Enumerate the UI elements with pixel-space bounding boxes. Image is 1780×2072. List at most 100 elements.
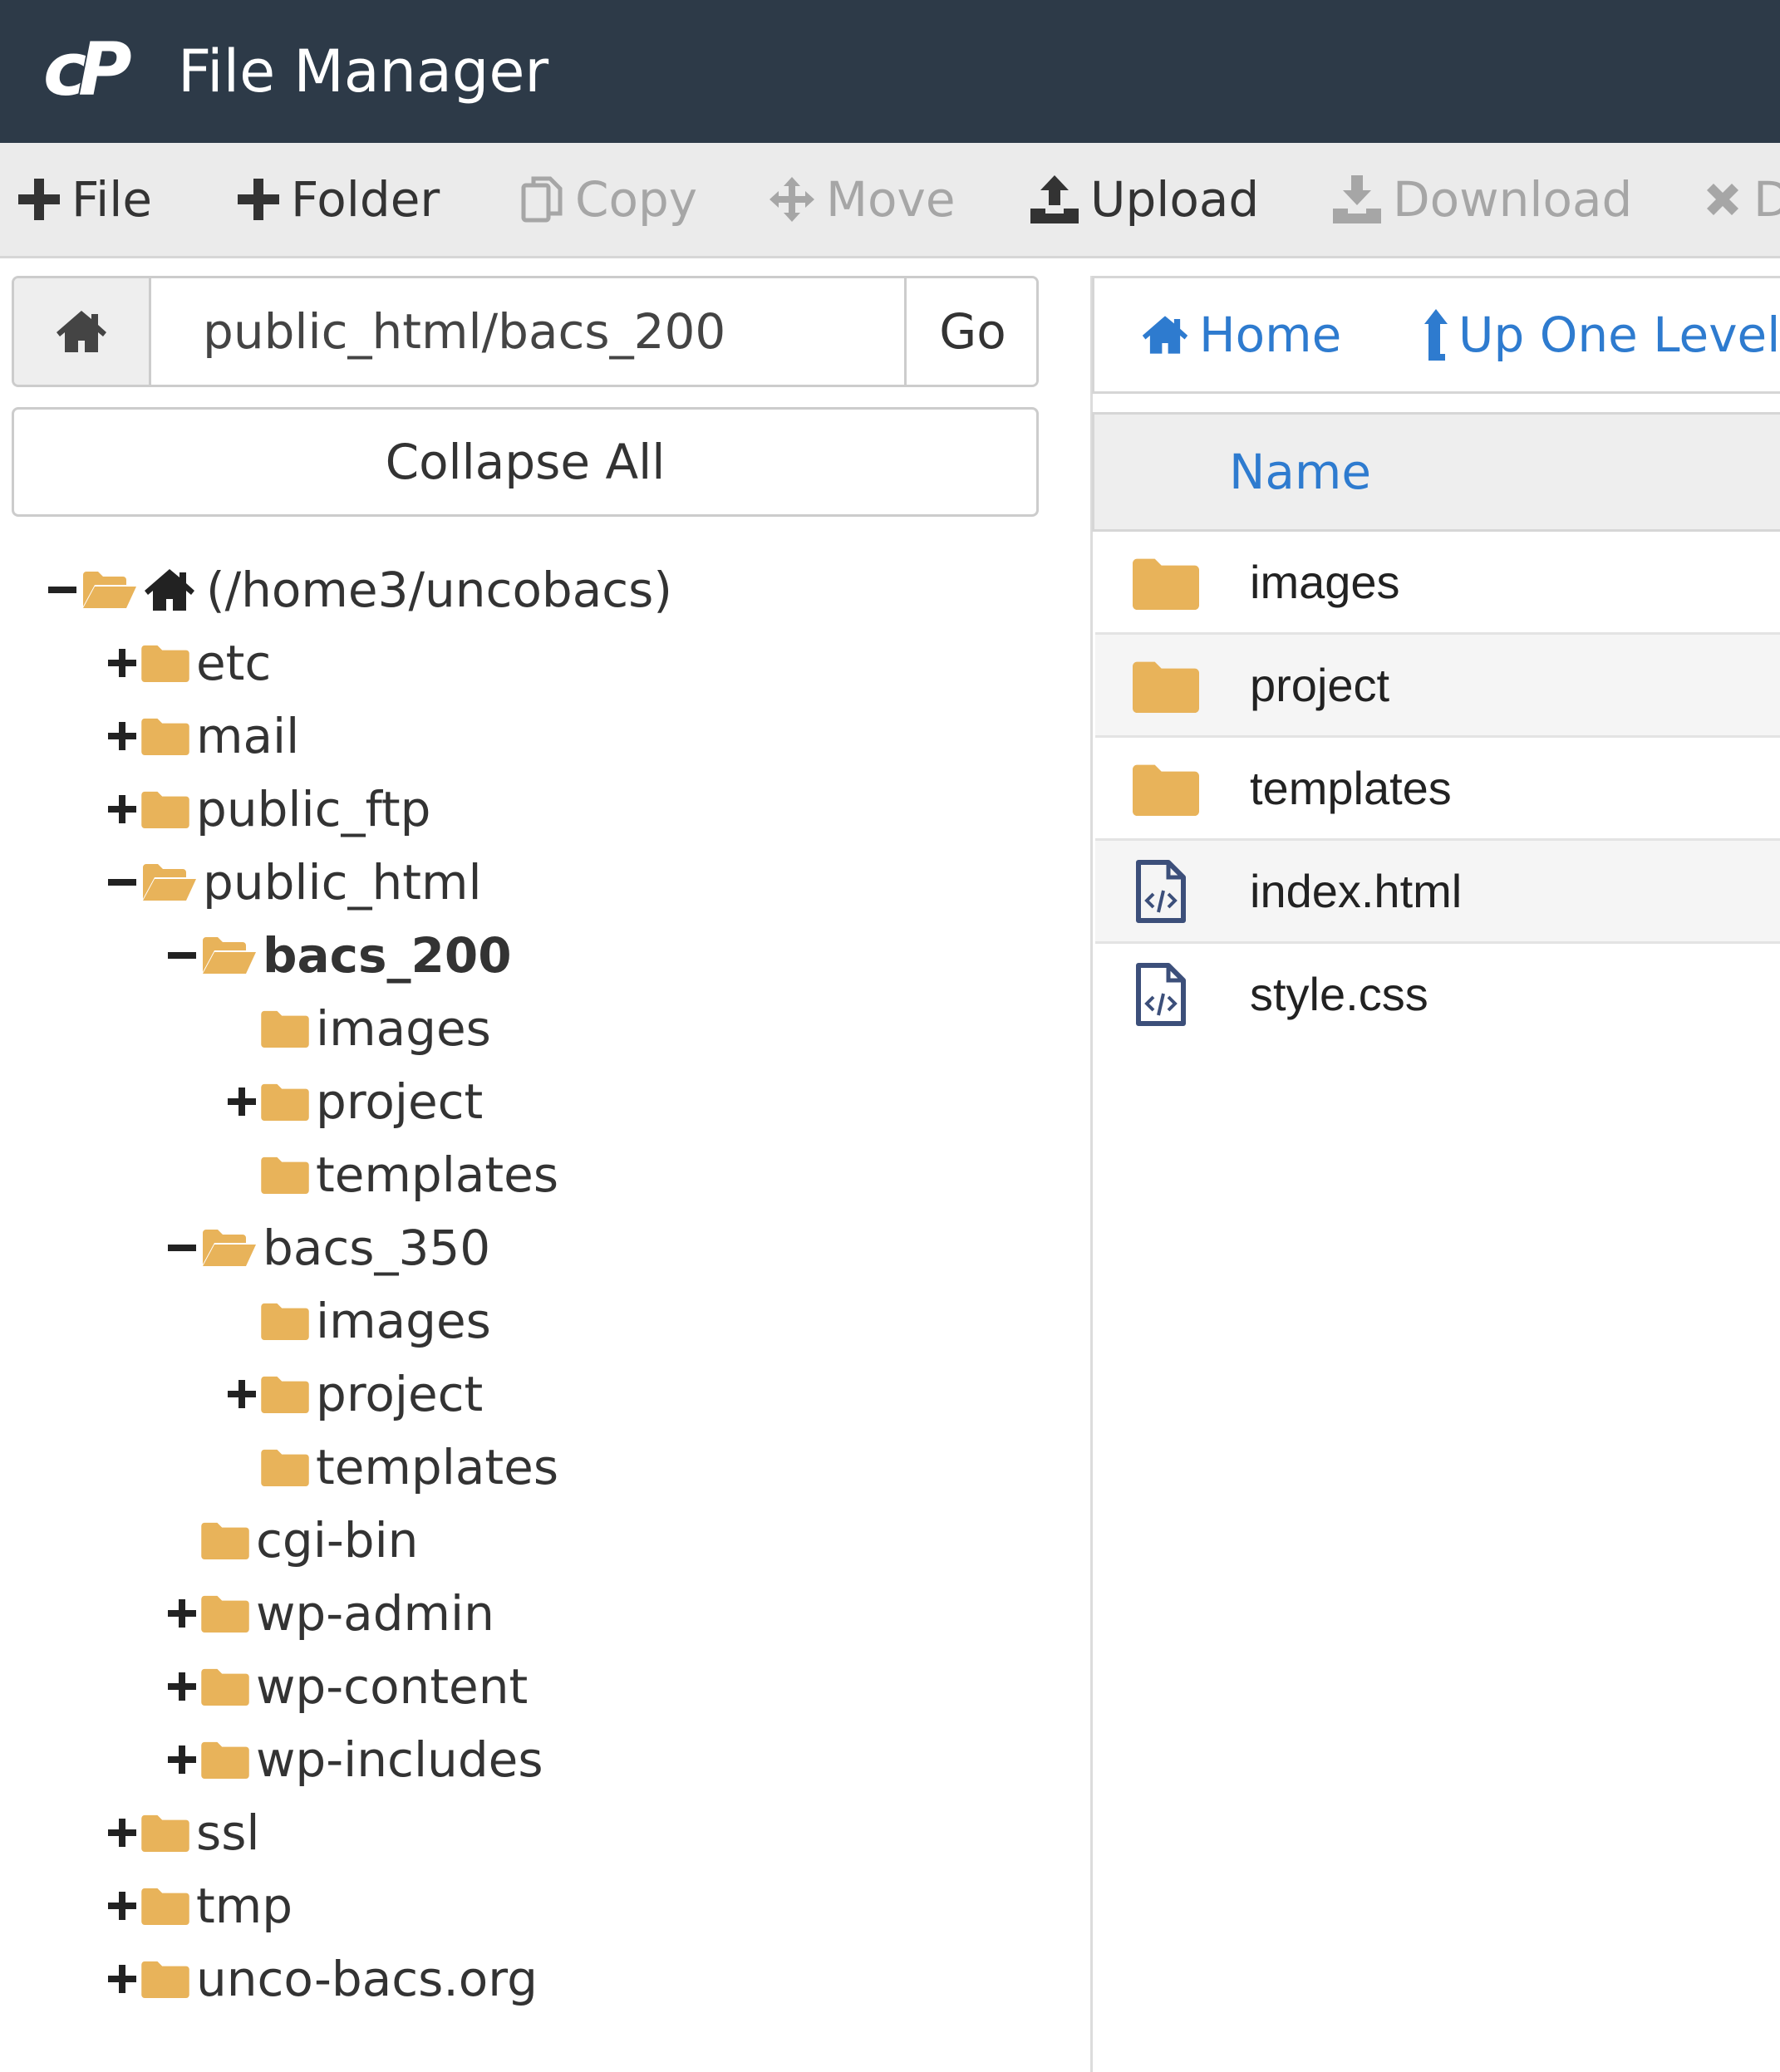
tree-node-label: wp-includes — [256, 1731, 543, 1788]
collapse-toggle[interactable] — [103, 846, 141, 919]
file-row[interactable]: index.html — [1095, 841, 1780, 944]
plus-icon — [228, 1088, 256, 1116]
delete-button[interactable]: D — [1704, 143, 1780, 256]
code-file-icon — [1136, 963, 1186, 1026]
tree-node[interactable]: tmp — [103, 1869, 293, 1942]
folder-icon — [141, 718, 189, 755]
folder-open-icon — [83, 572, 136, 608]
tree-node[interactable]: mail — [103, 700, 299, 773]
collapse-toggle[interactable] — [163, 1211, 201, 1284]
plus-icon — [108, 649, 136, 677]
upload-icon — [1030, 175, 1079, 223]
app-header: cP File Manager — [0, 0, 1780, 143]
expand-toggle[interactable] — [103, 1796, 141, 1869]
folder-open-icon — [203, 937, 256, 974]
file-row[interactable]: templates — [1095, 738, 1780, 841]
home-icon — [145, 569, 194, 611]
expand-toggle[interactable] — [103, 773, 141, 846]
download-button[interactable]: Download — [1333, 143, 1632, 256]
tree-node[interactable]: images — [223, 992, 491, 1065]
plus-icon — [168, 1745, 196, 1774]
name-column-header[interactable]: Name — [1229, 415, 1371, 529]
tree-node-label: templates — [316, 1146, 559, 1203]
file-row[interactable]: style.css — [1095, 944, 1780, 1047]
expand-toggle[interactable] — [103, 700, 141, 773]
file-row[interactable]: project — [1095, 635, 1780, 738]
copy-button[interactable]: Copy — [520, 143, 697, 256]
plus-icon — [108, 1892, 136, 1920]
up-one-level-link[interactable]: Up One Level — [1424, 278, 1780, 391]
tree-node[interactable]: etc — [103, 626, 271, 700]
tree-node[interactable]: wp-includes — [163, 1723, 543, 1796]
folder-icon — [261, 1376, 309, 1413]
move-icon — [770, 177, 814, 222]
move-button[interactable]: Move — [770, 143, 956, 256]
tree-node[interactable]: cgi-bin — [163, 1504, 418, 1577]
folder-open-icon — [203, 1230, 256, 1266]
expand-toggle[interactable] — [223, 1358, 261, 1431]
delete-label: D — [1753, 171, 1780, 228]
tree-node[interactable]: unco-bacs.org — [103, 1942, 538, 2016]
tree-node[interactable]: images — [223, 1284, 491, 1358]
expand-toggle[interactable] — [163, 1650, 201, 1723]
collapse-all-button[interactable]: Collapse All — [12, 407, 1039, 517]
tree-node-label: templates — [316, 1439, 559, 1495]
folder-icon — [261, 1156, 309, 1194]
plus-icon — [238, 179, 279, 220]
tree-node[interactable]: project — [223, 1358, 483, 1431]
minus-icon — [108, 879, 136, 886]
folder-icon — [261, 1303, 309, 1340]
svg-text:cP: cP — [43, 33, 131, 106]
file-row[interactable]: images — [1095, 532, 1780, 635]
tree-node[interactable]: templates — [223, 1431, 558, 1504]
panel-divider — [1090, 276, 1093, 2072]
expand-toggle[interactable] — [103, 1869, 141, 1942]
tree-node[interactable]: wp-content — [163, 1650, 528, 1723]
copy-label: Copy — [575, 171, 698, 228]
tree-node-label: wp-content — [256, 1658, 529, 1715]
tree-node[interactable]: bacs_350 — [163, 1211, 490, 1284]
tree-node-label: bacs_200 — [263, 927, 512, 984]
expand-toggle[interactable] — [103, 1942, 141, 2016]
home-icon — [57, 311, 106, 352]
folder-icon — [201, 1668, 249, 1706]
folder-icon — [141, 1888, 189, 1925]
path-home-button[interactable] — [14, 278, 151, 385]
path-bar: Go — [12, 276, 1039, 387]
tree-node[interactable]: public_html — [103, 846, 482, 919]
tree-node[interactable]: templates — [223, 1138, 558, 1211]
folder-icon — [201, 1522, 249, 1559]
folder-icon — [261, 1449, 309, 1486]
go-button[interactable]: Go — [904, 278, 1036, 385]
tree-node[interactable]: public_ftp — [103, 773, 430, 846]
home-link[interactable]: Home — [1141, 278, 1341, 391]
tree-node-label: ssl — [196, 1804, 260, 1861]
minus-icon — [48, 587, 76, 593]
new-file-button[interactable]: File — [18, 143, 152, 256]
tree-node-label: wp-admin — [256, 1585, 494, 1642]
file-name: images — [1250, 556, 1400, 608]
home-link-label: Home — [1199, 307, 1342, 363]
tree-node[interactable]: (/home3/uncobacs) — [43, 553, 672, 626]
tree-node[interactable]: wp-admin — [163, 1577, 494, 1650]
expand-toggle[interactable] — [223, 1065, 261, 1138]
expand-toggle[interactable] — [103, 626, 141, 700]
upload-button[interactable]: Upload — [1030, 143, 1259, 256]
expand-toggle[interactable] — [163, 1723, 201, 1796]
path-input[interactable] — [151, 278, 902, 385]
expand-toggle[interactable] — [163, 1577, 201, 1650]
tree-node-label: images — [316, 1000, 491, 1057]
minus-icon — [168, 1245, 196, 1251]
tree-node[interactable]: project — [223, 1065, 483, 1138]
tree-node[interactable]: bacs_200 — [163, 919, 512, 992]
file-name: templates — [1250, 762, 1452, 814]
collapse-toggle[interactable] — [163, 919, 201, 992]
folder-icon — [201, 1595, 249, 1633]
tree-node[interactable]: ssl — [103, 1796, 260, 1869]
file-name: project — [1250, 659, 1390, 711]
new-folder-button[interactable]: Folder — [238, 143, 440, 256]
collapse-toggle[interactable] — [43, 553, 81, 626]
upload-label: Upload — [1090, 171, 1260, 228]
folder-open-icon — [143, 864, 196, 901]
tree-node-label: etc — [196, 635, 272, 691]
